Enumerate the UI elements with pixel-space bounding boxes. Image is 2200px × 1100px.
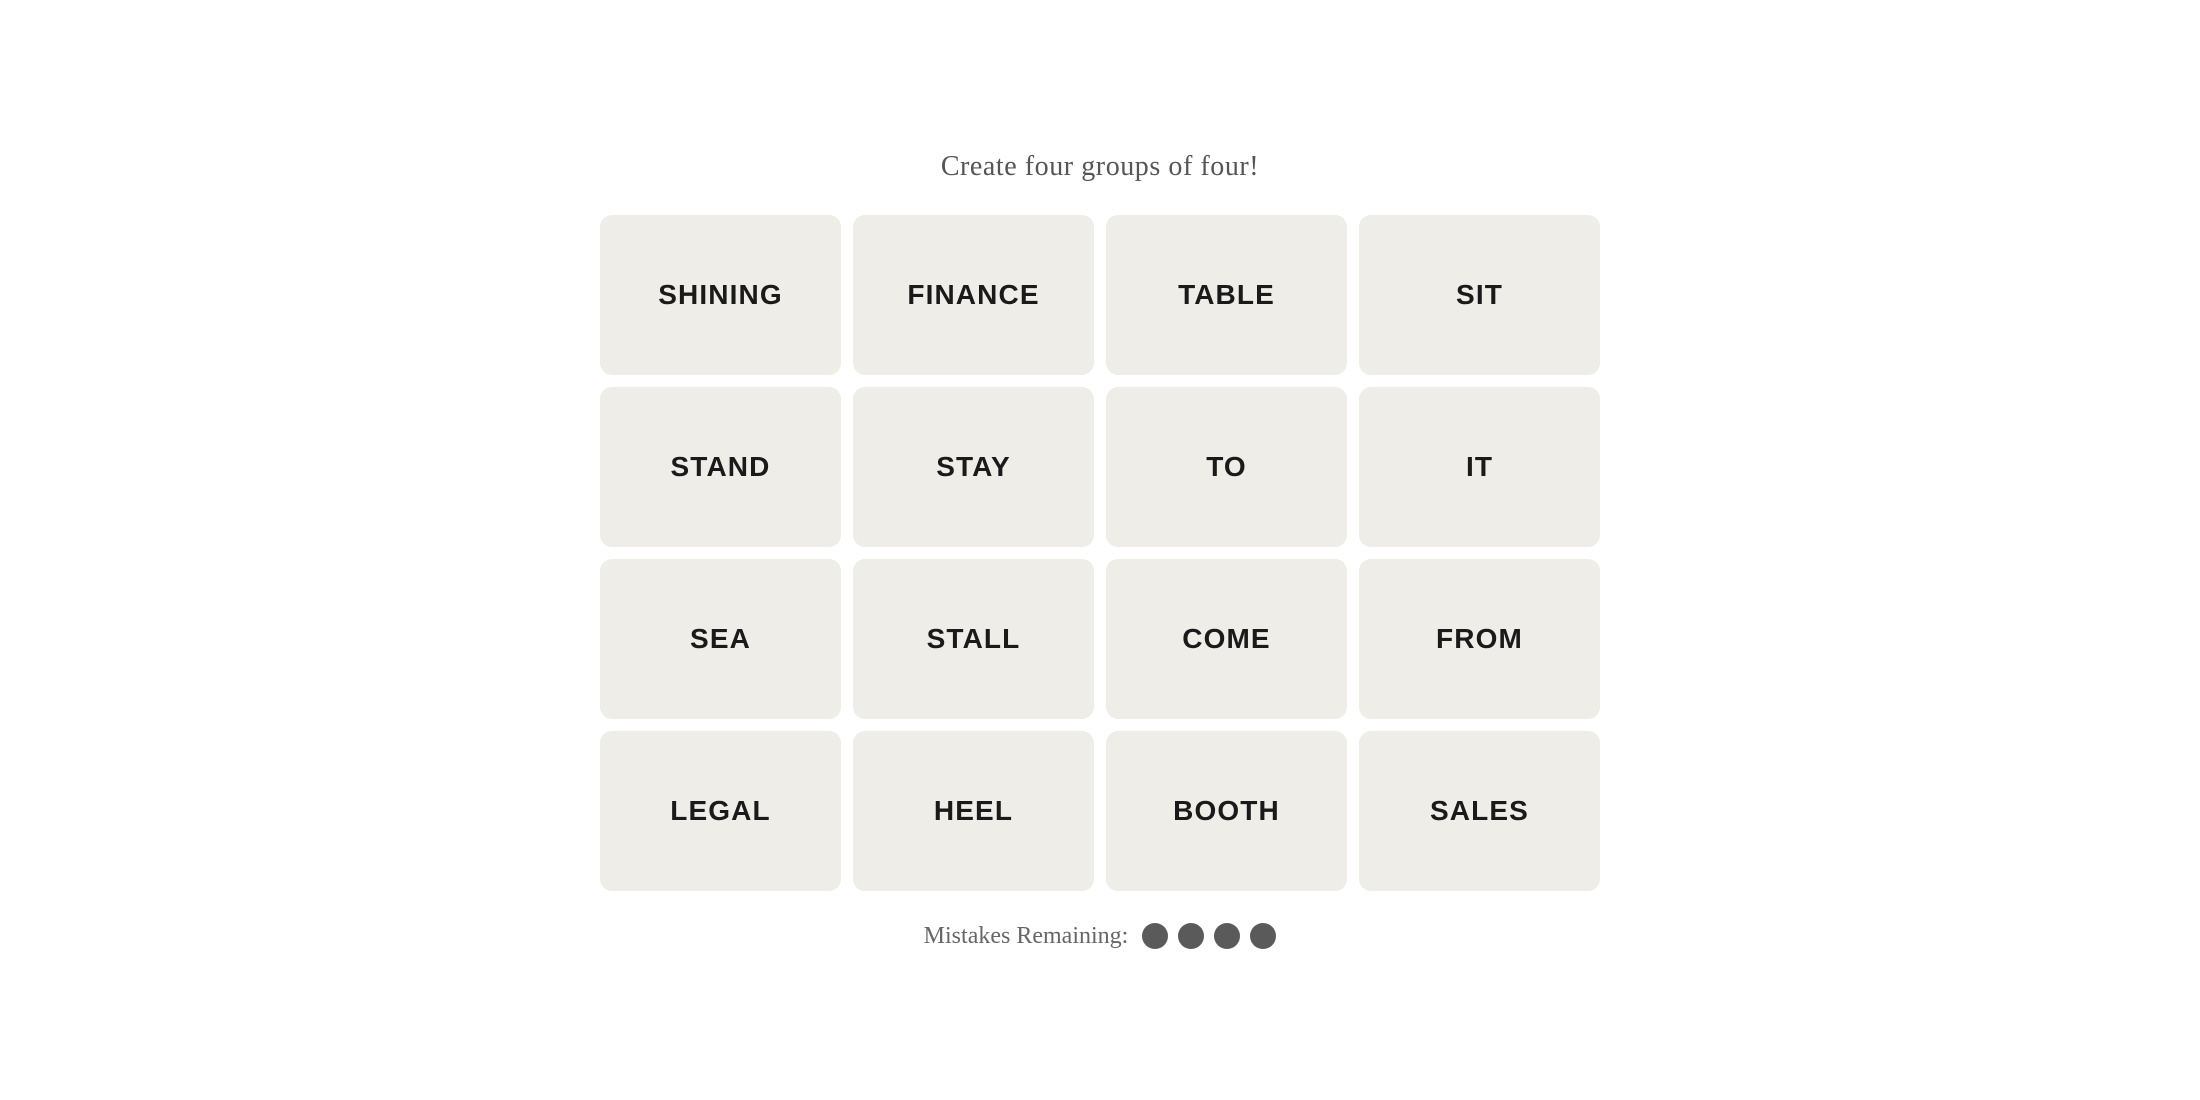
card-label-7: IT (1466, 451, 1493, 483)
card-7[interactable]: IT (1359, 387, 1600, 547)
card-label-1: FINANCE (907, 279, 1039, 311)
mistake-dot-3 (1250, 923, 1276, 949)
mistake-dot-0 (1142, 923, 1168, 949)
card-label-13: HEEL (934, 795, 1013, 827)
card-label-2: TABLE (1178, 279, 1275, 311)
card-label-3: SIT (1456, 279, 1503, 311)
card-10[interactable]: COME (1106, 559, 1347, 719)
card-label-4: STAND (671, 451, 771, 483)
card-13[interactable]: HEEL (853, 731, 1094, 891)
card-15[interactable]: SALES (1359, 731, 1600, 891)
dots-container (1142, 923, 1276, 949)
mistake-dot-2 (1214, 923, 1240, 949)
card-4[interactable]: STAND (600, 387, 841, 547)
mistake-dot-1 (1178, 923, 1204, 949)
card-1[interactable]: FINANCE (853, 215, 1094, 375)
card-label-12: LEGAL (670, 795, 770, 827)
card-8[interactable]: SEA (600, 559, 841, 719)
card-label-14: BOOTH (1173, 795, 1280, 827)
mistakes-label: Mistakes Remaining: (924, 923, 1129, 950)
card-label-9: STALL (927, 623, 1021, 655)
mistakes-row: Mistakes Remaining: (924, 923, 1277, 950)
card-label-5: STAY (936, 451, 1011, 483)
card-3[interactable]: SIT (1359, 215, 1600, 375)
card-12[interactable]: LEGAL (600, 731, 841, 891)
card-0[interactable]: SHINING (600, 215, 841, 375)
card-11[interactable]: FROM (1359, 559, 1600, 719)
card-label-6: TO (1206, 451, 1247, 483)
card-14[interactable]: BOOTH (1106, 731, 1347, 891)
card-label-10: COME (1182, 623, 1270, 655)
card-6[interactable]: TO (1106, 387, 1347, 547)
word-grid: SHINING FINANCE TABLE SIT STAND STAY TO IT SEA ST… (600, 215, 1600, 891)
card-label-0: SHINING (658, 279, 783, 311)
card-label-8: SEA (690, 623, 751, 655)
card-2[interactable]: TABLE (1106, 215, 1347, 375)
card-5[interactable]: STAY (853, 387, 1094, 547)
game-container: Create four groups of four! SHINING FINAN… (600, 151, 1600, 950)
subtitle: Create four groups of four! (941, 151, 1259, 183)
card-9[interactable]: STALL (853, 559, 1094, 719)
card-label-15: SALES (1430, 795, 1529, 827)
card-label-11: FROM (1436, 623, 1523, 655)
